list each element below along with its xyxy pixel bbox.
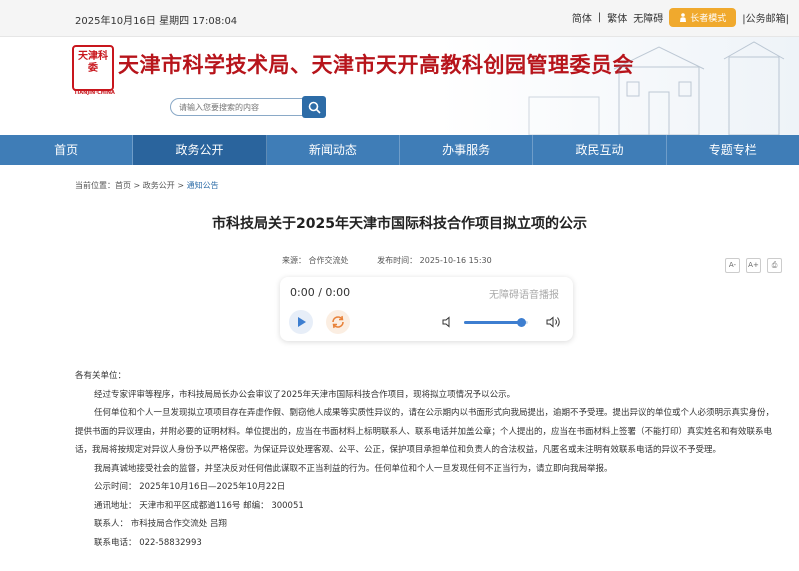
replay-button[interactable]: [326, 310, 350, 334]
logo-text: 天津科委: [78, 51, 108, 74]
volume-handle[interactable]: [517, 318, 527, 327]
paragraph-2: 任何单位和个人一旦发现拟立项项目存在弄虚作假、剽窃他人成果等实质性异议的，请在公…: [75, 408, 775, 455]
breadcrumb: 当前位置：首页 > 政务公开 > 通知公告: [75, 180, 219, 191]
nav-interaction[interactable]: 政民互动: [533, 135, 667, 165]
search-box: [170, 96, 326, 118]
nav-home[interactable]: 首页: [0, 135, 134, 165]
accessibility-link[interactable]: 无障碍: [633, 10, 663, 25]
volume-low-icon[interactable]: [442, 316, 454, 328]
site-logo[interactable]: 天津科委 TIANJIN·CHINA: [72, 45, 115, 96]
breadcrumb-current[interactable]: 通知公告: [187, 181, 219, 190]
traditional-link[interactable]: 繁体: [607, 10, 627, 25]
play-button[interactable]: [289, 310, 313, 334]
article-tools: A- A+ ⎙: [725, 258, 782, 273]
site-header: 天津科委 TIANJIN·CHINA 天津市科学技术局、天津市天开高教科创园管理…: [0, 37, 799, 135]
volume-slider[interactable]: [464, 318, 528, 327]
building-illustration: [528, 41, 785, 135]
article-source: 来源： 合作交流处: [282, 256, 349, 265]
nav-special-topics[interactable]: 专题专栏: [667, 135, 799, 165]
audio-player: 0:00 / 0:00 无障碍语音播报: [280, 277, 573, 341]
article-meta: 来源： 合作交流处 发布时间： 2025-10-16 15:30: [282, 255, 518, 266]
breadcrumb-separator: >: [174, 181, 187, 190]
nav-services[interactable]: 办事服务: [400, 135, 534, 165]
breadcrumb-section[interactable]: 政务公开: [143, 181, 175, 190]
replay-icon: [332, 315, 344, 329]
simplified-link[interactable]: 简体: [572, 10, 592, 25]
mailing-address: 通讯地址： 天津市和平区成都道116号 邮编： 300051: [94, 500, 304, 511]
search-input[interactable]: [170, 98, 304, 116]
person-icon: [680, 13, 687, 22]
publicity-period: 公示时间： 2025年10月16日—2025年10月22日: [94, 482, 286, 492]
player-label: 无障碍语音播报: [489, 290, 559, 301]
top-utility-bar: 2025年10月16日 星期四 17:08:04 简体 | 繁体 无障碍 长者模…: [0, 0, 799, 37]
salutation: 各有关单位：: [75, 371, 127, 381]
breadcrumb-home[interactable]: 首页: [115, 181, 131, 190]
nav-government-affairs[interactable]: 政务公开: [133, 135, 267, 165]
article-title: 市科技局关于2025年天津市国际科技合作项目拟立项的公示: [212, 216, 587, 232]
print-button[interactable]: ⎙: [767, 258, 782, 273]
breadcrumb-separator: >: [131, 181, 143, 190]
volume-high-icon[interactable]: [546, 316, 562, 328]
font-increase-button[interactable]: A+: [746, 258, 761, 273]
logo-sub: TIANJIN·CHINA: [74, 90, 115, 96]
contact-person: 联系人： 市科技局合作交流处 吕翔: [94, 519, 227, 529]
paragraph-3: 我局真诚地接受社会的监督，并坚决反对任何借此谋取不正当利益的行为。任何单位和个人…: [94, 463, 613, 474]
search-button[interactable]: [302, 96, 326, 118]
article-body: 各有关单位： 经过专家评审等程序，市科技局局长办公会审议了2025年天津市国际科…: [75, 367, 781, 552]
nav-news[interactable]: 新闻动态: [267, 135, 400, 165]
contact-phone: 联系电话： 022-58832993: [94, 537, 202, 548]
play-icon: [298, 317, 306, 327]
current-date: 2025年10月16日 星期四 17:08:04: [75, 16, 238, 27]
paragraph-1: 经过专家评审等程序，市科技局局长办公会审议了2025年天津市国际科技合作项目，现…: [94, 389, 516, 400]
topbar-links: 简体 | 繁体 无障碍 长者模式 |公务邮箱|: [572, 8, 789, 27]
main-nav: 首页 政务公开 新闻动态 办事服务 政民互动 专题专栏: [0, 135, 799, 165]
divider: |: [597, 12, 602, 23]
search-icon: [308, 101, 321, 114]
volume-fill: [464, 321, 522, 324]
elder-mode-button[interactable]: 长者模式: [669, 8, 737, 27]
official-mail-link[interactable]: |公务邮箱|: [742, 10, 789, 25]
player-time: 0:00 / 0:00: [290, 286, 351, 299]
elder-mode-label: 长者模式: [690, 14, 727, 24]
font-decrease-button[interactable]: A-: [725, 258, 740, 273]
breadcrumb-prefix: 当前位置：: [75, 181, 115, 190]
article-published: 发布时间： 2025-10-16 15:30: [377, 256, 492, 265]
